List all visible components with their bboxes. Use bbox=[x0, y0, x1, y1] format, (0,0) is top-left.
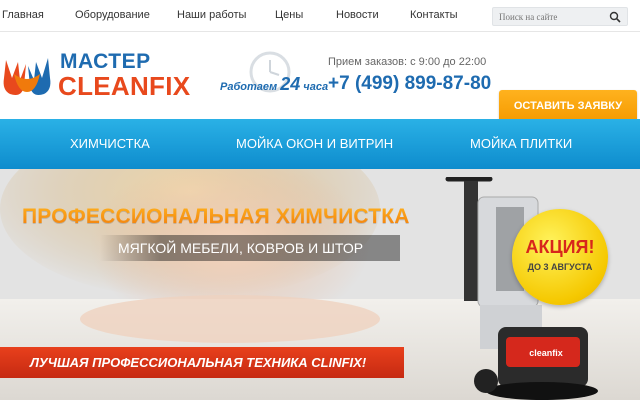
hours-prefix: Работаем bbox=[220, 81, 278, 93]
search-box bbox=[492, 7, 628, 26]
working-hours: Работаем 24 часа bbox=[220, 74, 328, 95]
phone-number[interactable]: +7 (499) 899-87-80 bbox=[328, 73, 491, 95]
hours-suffix: часа bbox=[303, 81, 329, 93]
machine-brand-label: cleanfix bbox=[529, 348, 563, 358]
search-icon[interactable] bbox=[609, 11, 621, 23]
site-header: МАСТЕР CLEANFIX Работаем 24 часа Прием з… bbox=[0, 32, 640, 122]
banner-ribbon: ЛУЧШАЯ ПРОФЕССИОНАЛЬНАЯ ТЕХНИКА CLINFIX! bbox=[0, 347, 404, 378]
logo-text-cleanfix: CLEANFIX bbox=[58, 71, 191, 101]
service-tab-window-washing[interactable]: МОЙКА ОКОН И ВИТРИН bbox=[236, 136, 393, 151]
banner-subline: МЯГКОЙ МЕБЕЛИ, КОВРОВ И ШТОР bbox=[100, 235, 400, 261]
nav-link-equipment[interactable]: Оборудование bbox=[75, 9, 150, 21]
nav-link-prices[interactable]: Цены bbox=[275, 9, 303, 21]
promo-title: АКЦИЯ! bbox=[525, 237, 595, 257]
service-navigation: ХИМЧИСТКА МОЙКА ОКОН И ВИТРИН МОЙКА ПЛИТ… bbox=[0, 119, 640, 169]
promo-badge[interactable]: АКЦИЯ! ДО 3 АВГУСТА bbox=[512, 209, 608, 305]
promo-date: ДО 3 АВГУСТА bbox=[527, 262, 593, 272]
leave-request-button[interactable]: ОСТАВИТЬ ЗАЯВКУ bbox=[499, 90, 637, 122]
top-navigation: Главная Оборудование Наши работы Цены Но… bbox=[0, 0, 640, 32]
order-schedule: Прием заказов: с 9:00 до 22:00 bbox=[328, 56, 487, 68]
search-input[interactable] bbox=[499, 10, 603, 24]
promo-banner[interactable]: ПРОФЕССИОНАЛЬНАЯ ХИМЧИСТКА МЯГКОЙ МЕБЕЛИ… bbox=[0, 169, 640, 400]
nav-link-our-works[interactable]: Наши работы bbox=[177, 9, 246, 21]
banner-headline: ПРОФЕССИОНАЛЬНАЯ ХИМЧИСТКА bbox=[22, 205, 410, 228]
nav-link-news[interactable]: Новости bbox=[336, 9, 379, 21]
banner-ribbon-text: ЛУЧШАЯ ПРОФЕССИОНАЛЬНАЯ ТЕХНИКА CLINFIX! bbox=[30, 355, 367, 370]
nav-link-contacts[interactable]: Контакты bbox=[410, 9, 458, 21]
hands-logo-icon[interactable] bbox=[0, 50, 54, 100]
nav-link-home[interactable]: Главная bbox=[2, 9, 44, 21]
service-tab-dry-cleaning[interactable]: ХИМЧИСТКА bbox=[70, 136, 150, 151]
service-tab-tile-washing[interactable]: МОЙКА ПЛИТКИ bbox=[470, 136, 572, 151]
banner-subline-text: МЯГКОЙ МЕБЕЛИ, КОВРОВ И ШТОР bbox=[118, 240, 364, 256]
hours-number: 24 bbox=[280, 74, 301, 94]
